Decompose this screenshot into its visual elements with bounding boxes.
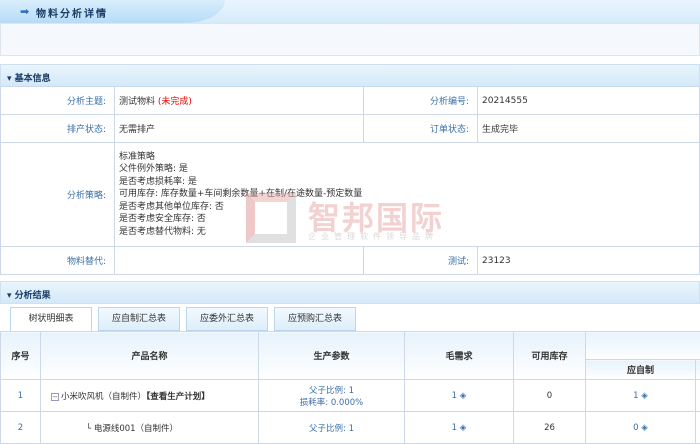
strategy-line: 是否考虑安全库存: 否: [119, 213, 699, 226]
section-results[interactable]: ▾ 分析结果: [0, 281, 700, 304]
order-value: 生成完毕: [478, 115, 700, 143]
cell-gross[interactable]: 1 ◈: [405, 380, 514, 412]
test-value: 23123: [478, 247, 700, 275]
col-header: 可用库存: [514, 332, 586, 380]
results-table: 序号 产品名称 生产参数 毛需求 可用库存 应自制 1 −小米吹风机（自制件）【…: [0, 331, 700, 444]
cell-name: −小米吹风机（自制件）【查看生产计划】: [41, 380, 259, 412]
strategy-line: 标准策略: [119, 151, 699, 164]
header-tab: [0, 0, 225, 23]
strategy-line: 可用库存: 库存数量+车间剩余数量+在制/在途数量-预定数量: [119, 188, 699, 201]
cell-available: 0: [514, 380, 586, 412]
strategy-line: 是否考虑替代物料: 无: [119, 226, 699, 239]
tab-tree-detail[interactable]: 树状明细表: [10, 307, 92, 332]
section-title: 分析结果: [15, 291, 51, 301]
col-header-group: [586, 332, 700, 360]
arrow-right-icon: ➡: [20, 5, 29, 18]
tab-outsource-summary[interactable]: 应委外汇总表: [186, 307, 268, 331]
section-title: 基本信息: [15, 74, 51, 84]
code-value: 20214555: [478, 87, 700, 115]
col-header: 产品名称: [41, 332, 259, 380]
collapse-icon[interactable]: −: [51, 393, 59, 401]
col-header: 毛需求: [405, 332, 514, 380]
strategy-line: 父件例外策略: 是: [119, 163, 699, 176]
schedule-value: 无需排产: [115, 115, 364, 143]
cell: [696, 380, 700, 412]
label: 分析编号:: [364, 87, 478, 115]
page-title: 物料分析详情: [36, 5, 108, 20]
cell-params: 父子比例: 1损耗率: 0.000%: [259, 380, 405, 412]
result-tabs: 树状明细表 应自制汇总表 应委外汇总表 应预购汇总表: [10, 307, 356, 332]
view-plan-link[interactable]: 【查看生产计划】: [146, 392, 210, 402]
label: 物料替代:: [1, 247, 115, 275]
subject-value: 测试物料 (未完成): [115, 87, 364, 115]
label: 测试:: [364, 247, 478, 275]
label: 分析主题:: [1, 87, 115, 115]
label: 分析策略:: [1, 143, 115, 247]
cell-no: 1: [1, 380, 41, 412]
tab-purchase-summary[interactable]: 应预购汇总表: [274, 307, 356, 331]
label: 排产状态:: [1, 115, 115, 143]
col-header: 序号: [1, 332, 41, 380]
strategy-value: 标准策略 父件例外策略: 是 是否考虑损耗率: 是 可用库存: 库存数量+车间剩…: [115, 143, 700, 247]
table-row: 1 −小米吹风机（自制件）【查看生产计划】 父子比例: 1损耗率: 0.000%…: [1, 380, 700, 412]
label: 订单状态:: [364, 115, 478, 143]
substitute-value: [115, 247, 364, 275]
toolbar-area: [0, 23, 700, 56]
cell-self-make[interactable]: 1 ◈: [586, 380, 696, 412]
page-header: ➡ 物料分析详情: [0, 0, 700, 23]
section-basic-info[interactable]: ▾ 基本信息: [0, 64, 700, 87]
strategy-line: 是否考虑其他单位库存: 否: [119, 201, 699, 214]
tab-self-make-summary[interactable]: 应自制汇总表: [98, 307, 180, 331]
col-header: 应自制: [586, 360, 696, 380]
strategy-line: 是否考虑损耗率: 是: [119, 176, 699, 189]
basic-info-table: 分析主题: 测试物料 (未完成) 分析编号: 20214555 排产状态: 无需…: [0, 86, 700, 275]
status-badge: (未完成): [158, 97, 192, 107]
col-header: [696, 360, 700, 380]
col-header: 生产参数: [259, 332, 405, 380]
